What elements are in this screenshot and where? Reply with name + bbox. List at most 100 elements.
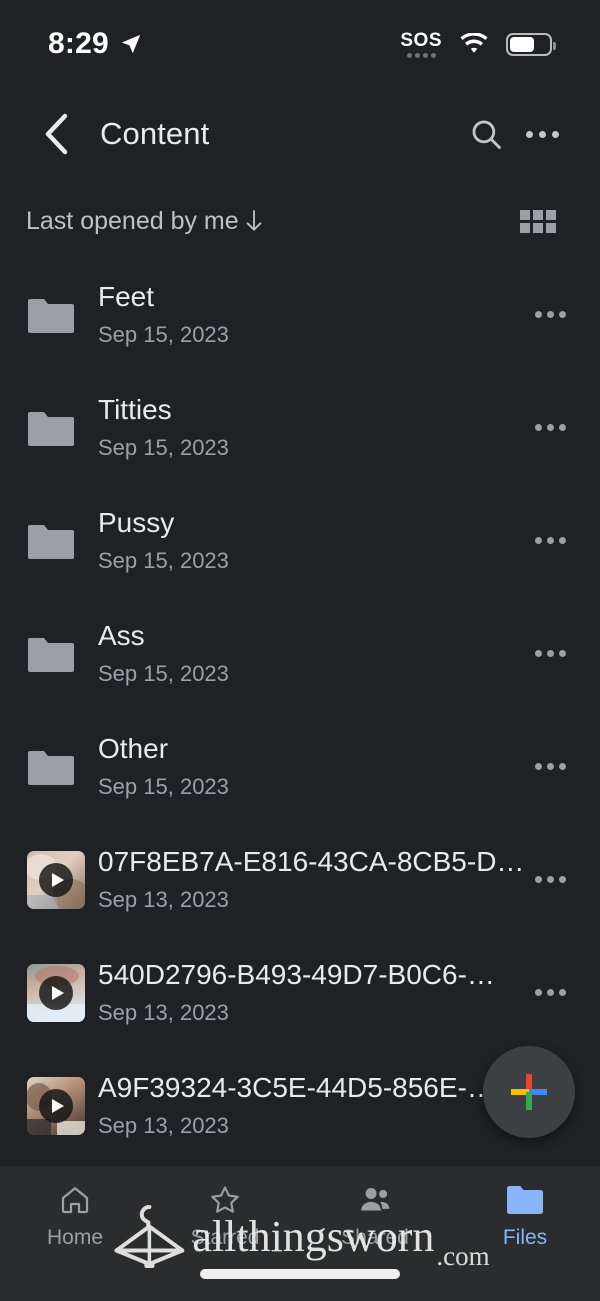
nav-item-starred[interactable]: Starred [150, 1182, 300, 1250]
nav-item-shared[interactable]: Shared [300, 1182, 450, 1250]
nav-item-home[interactable]: Home [0, 1182, 150, 1250]
item-date: Sep 15, 2023 [98, 434, 229, 460]
item-name: 07F8EB7A-E816-43CA-8CB5-D… [98, 846, 525, 878]
item-more-button[interactable] [522, 626, 578, 682]
nav-label: Home [46, 1226, 104, 1249]
item-date: Sep 15, 2023 [98, 547, 229, 573]
item-date: Sep 15, 2023 [98, 773, 229, 799]
status-bar-right: SOS [400, 31, 556, 58]
sort-bar: Last opened by me [0, 190, 600, 252]
nav-item-files[interactable]: Files [450, 1182, 600, 1250]
bottom-navigation: Home Starred Shared Files [0, 1166, 600, 1301]
video-thumbnail [27, 1076, 85, 1135]
more-vertical-icon [534, 763, 566, 770]
page-title: Content [100, 116, 210, 151]
more-vertical-icon [525, 130, 559, 138]
folder-icon [28, 411, 74, 446]
item-date: Sep 13, 2023 [98, 999, 229, 1025]
video-thumbnail [27, 963, 85, 1022]
item-date: Sep 13, 2023 [98, 886, 229, 912]
play-icon [39, 975, 73, 1010]
arrow-down-icon [246, 210, 261, 231]
status-bar-left: 8:29 [48, 27, 142, 61]
item-icon [27, 1076, 85, 1135]
folder-icon [28, 637, 74, 672]
play-icon [39, 1088, 73, 1123]
phone-screen: 8:29 SOS Content Last opened by me Feet … [0, 0, 600, 1301]
status-time: 8:29 [48, 27, 109, 60]
search-icon [472, 120, 501, 149]
app-bar: Content [0, 100, 600, 168]
video-thumbnail [27, 850, 85, 909]
chevron-left-icon [45, 113, 68, 155]
nav-label: Starred [190, 1226, 260, 1249]
grid-cell [520, 222, 530, 233]
grid-cell [533, 222, 543, 233]
battery-level [510, 36, 534, 52]
grid-cell [533, 209, 543, 220]
item-more-button[interactable] [522, 739, 578, 795]
list-item[interactable]: Feet Sep 15, 2023 [0, 258, 600, 371]
nav-label: Files [502, 1226, 548, 1249]
list-item[interactable]: Titties Sep 15, 2023 [0, 371, 600, 484]
people-icon [358, 1182, 392, 1218]
more-vertical-icon [534, 424, 566, 431]
list-item[interactable]: 07F8EB7A-E816-43CA-8CB5-D… Sep 13, 2023 [0, 823, 600, 936]
sos-label: SOS [400, 29, 442, 51]
item-icon [28, 749, 84, 785]
grid-cell [546, 209, 556, 220]
more-vertical-icon [534, 989, 566, 996]
sort-label: Last opened by me [26, 206, 239, 235]
more-vertical-icon [534, 876, 566, 883]
more-vertical-icon [534, 650, 566, 657]
grid-view-toggle[interactable] [514, 204, 562, 239]
list-item[interactable]: Ass Sep 15, 2023 [0, 597, 600, 710]
item-date: Sep 13, 2023 [98, 1112, 229, 1138]
item-more-button[interactable] [522, 287, 578, 343]
item-more-button[interactable] [522, 400, 578, 456]
home-indicator [200, 1269, 400, 1279]
item-name: Feet [98, 281, 155, 313]
home-icon [59, 1182, 91, 1218]
folder-icon [28, 750, 74, 785]
list-item[interactable]: Other Sep 15, 2023 [0, 710, 600, 823]
battery-icon [506, 32, 556, 56]
item-name: Other [98, 733, 169, 765]
back-button[interactable] [30, 108, 82, 160]
nav-label: Shared [341, 1226, 409, 1249]
file-list: Feet Sep 15, 2023 Titties Sep 15, 2023 P… [0, 258, 600, 1162]
more-vertical-icon [534, 537, 566, 544]
item-date: Sep 15, 2023 [98, 321, 229, 347]
item-name: Pussy [98, 507, 175, 539]
signal-dots [406, 52, 436, 58]
item-icon [28, 410, 84, 446]
item-icon [28, 636, 84, 672]
item-name: Titties [98, 394, 172, 426]
item-name: Ass [98, 620, 145, 652]
search-button[interactable] [458, 106, 514, 162]
item-more-button[interactable] [522, 965, 578, 1021]
google-plus-add-icon [511, 1074, 547, 1110]
status-bar: 8:29 SOS [0, 0, 600, 88]
item-more-button[interactable] [522, 513, 578, 569]
list-item[interactable]: Pussy Sep 15, 2023 [0, 484, 600, 597]
create-new-fab[interactable] [483, 1046, 575, 1138]
star-icon [209, 1182, 241, 1218]
sort-button[interactable]: Last opened by me [26, 207, 265, 236]
grid-cell [546, 222, 556, 233]
item-icon [27, 963, 85, 1022]
list-item[interactable]: 540D2796-B493-49D7-B0C6-… Sep 13, 2023 [0, 936, 600, 1049]
item-icon [28, 297, 84, 333]
overflow-menu-button[interactable] [514, 106, 570, 162]
item-date: Sep 15, 2023 [98, 660, 229, 686]
item-more-button[interactable] [522, 852, 578, 908]
folder-icon [28, 524, 74, 559]
folder-icon [507, 1182, 543, 1218]
item-icon [28, 523, 84, 559]
location-arrow-icon [121, 34, 141, 54]
folder-icon [28, 298, 74, 333]
wifi-icon [460, 33, 488, 53]
sos-indicator: SOS [400, 31, 442, 58]
item-name: 540D2796-B493-49D7-B0C6-… [98, 959, 495, 991]
item-name: A9F39324-3C5E-44D5-856E-… [98, 1072, 495, 1104]
